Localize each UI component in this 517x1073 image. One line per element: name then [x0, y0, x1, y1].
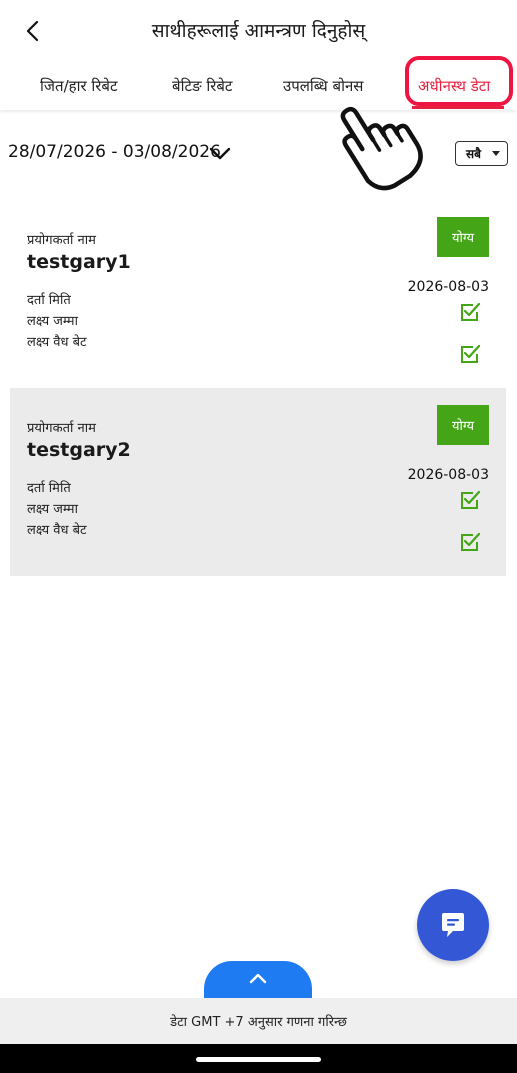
- check-box-icon: [461, 302, 480, 321]
- eligible-badge: योग्य: [437, 217, 489, 257]
- registration-date-value: 2026-08-03: [407, 467, 489, 483]
- caret-down-icon: [492, 151, 500, 156]
- page-title: साथीहरूलाई आमन्त्रण दिनुहोस्: [151, 20, 366, 42]
- back-arrow-icon: [26, 20, 39, 42]
- tab-win-loss-rebate[interactable]: जित/हार रिबेट: [40, 76, 118, 96]
- target-valid-bet-label: लक्ष्य वैध बेट: [27, 335, 87, 350]
- target-valid-bet-label: लक्ष्य वैध बेट: [27, 523, 87, 538]
- check-box-icon: [461, 490, 480, 509]
- date-range-picker[interactable]: 28/07/2026 - 03/08/2026: [8, 142, 221, 162]
- check-box-icon: [461, 344, 480, 363]
- home-indicator[interactable]: [196, 1057, 321, 1062]
- tab-betting-rebate[interactable]: बेटिङ रिबेट: [172, 76, 232, 96]
- check-box-icon: [461, 532, 480, 551]
- subordinate-card: प्रयोगकर्ता नाम testgary2 दर्ता मिति लक्…: [10, 388, 506, 576]
- chevron-down-icon[interactable]: [207, 142, 233, 166]
- timezone-note: डेटा GMT +7 अनुसार गणना गरिन्छ: [0, 998, 517, 1044]
- target-deposit-label: लक्ष्य जम्मा: [27, 502, 78, 517]
- username-label: प्रयोगकर्ता नाम: [27, 421, 96, 436]
- timezone-note-text: डेटा GMT +7 अनुसार गणना गरिन्छ: [170, 1015, 347, 1030]
- subordinate-card: प्रयोगकर्ता नाम testgary1 दर्ता मिति लक्…: [10, 200, 506, 388]
- registration-date-label: दर्ता मिति: [27, 481, 71, 496]
- chat-button[interactable]: [417, 889, 489, 961]
- registration-date-label: दर्ता मिति: [27, 293, 71, 308]
- status-filter-value: सबै: [466, 147, 481, 161]
- header: साथीहरूलाई आमन्त्रण दिनुहोस्: [0, 0, 517, 62]
- target-deposit-label: लक्ष्य जम्मा: [27, 314, 78, 329]
- registration-date-value: 2026-08-03: [407, 279, 489, 295]
- pointing-hand-icon: [340, 106, 423, 191]
- eligible-badge: योग्य: [437, 405, 489, 445]
- username-value: testgary1: [27, 251, 131, 273]
- chat-bubble-icon: [442, 913, 464, 937]
- username-value: testgary2: [27, 439, 131, 461]
- username-label: प्रयोगकर्ता नाम: [27, 233, 96, 248]
- status-filter-select[interactable]: सबै: [455, 141, 508, 166]
- back-button[interactable]: [16, 14, 50, 48]
- chevron-up-icon: [249, 973, 267, 984]
